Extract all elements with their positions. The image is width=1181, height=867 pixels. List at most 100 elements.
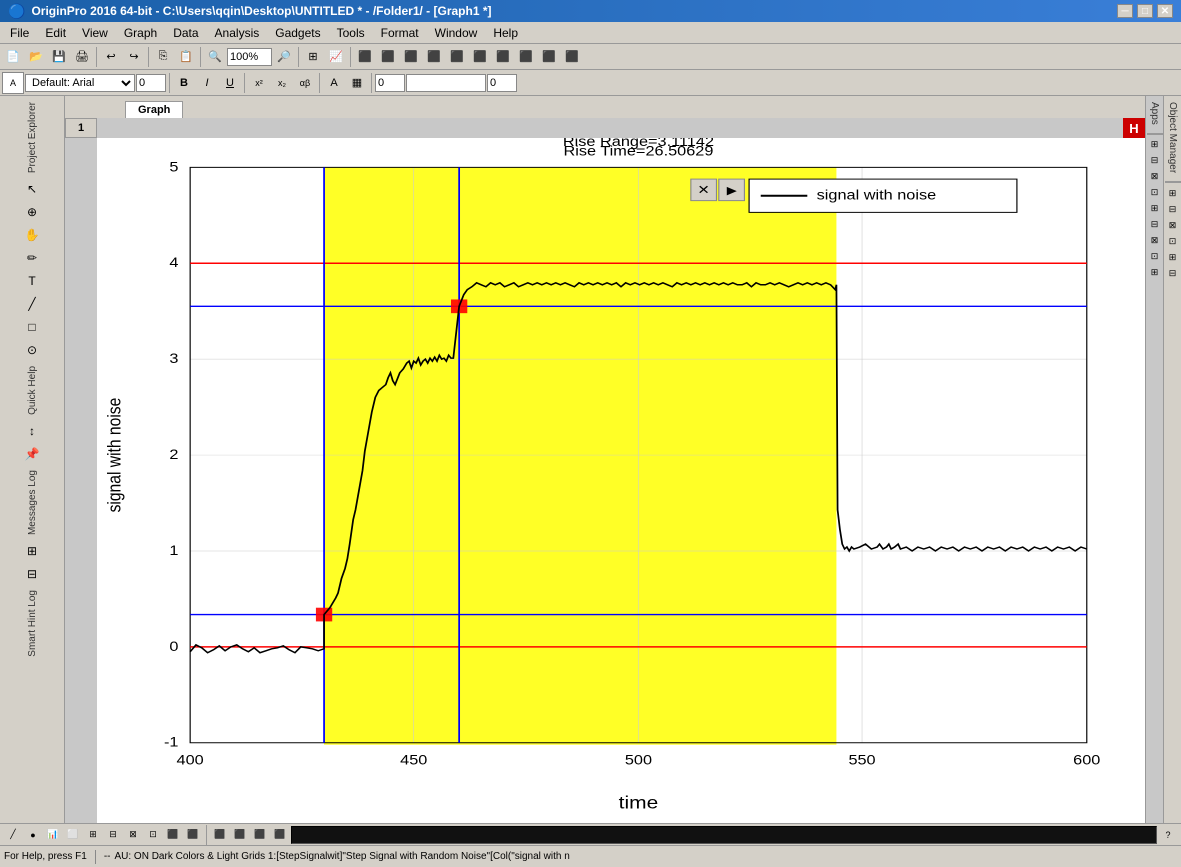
- zoom-input[interactable]: [227, 48, 272, 66]
- apps-tool-3[interactable]: ⊠: [1147, 169, 1163, 185]
- superscript-button[interactable]: x²: [248, 72, 270, 94]
- menu-window[interactable]: Window: [427, 24, 486, 42]
- baseline-tool[interactable]: ⊟: [21, 563, 43, 585]
- bottom-tool-13[interactable]: ⬛: [251, 826, 269, 844]
- font-size-input[interactable]: [136, 74, 166, 92]
- quick-help-label[interactable]: Quick Help: [25, 362, 40, 419]
- alpha-beta-button[interactable]: αβ: [294, 72, 316, 94]
- bottom-tool-10[interactable]: ⬛: [184, 826, 202, 844]
- graph-tab[interactable]: Graph: [125, 101, 183, 118]
- format-icon[interactable]: A: [2, 72, 24, 94]
- color-button[interactable]: A: [323, 72, 345, 94]
- plot-container[interactable]: 5 4 3 2 1 0 -1 400 450 500 550 600 time: [97, 138, 1145, 823]
- apps-tool-5[interactable]: ⊞: [1147, 201, 1163, 217]
- minimize-button[interactable]: ─: [1117, 4, 1133, 18]
- annotation-tool[interactable]: 📌: [21, 443, 43, 465]
- h-button[interactable]: H: [1123, 118, 1145, 138]
- menu-help[interactable]: Help: [485, 24, 526, 42]
- undo-button[interactable]: ↩: [100, 46, 122, 68]
- open-button[interactable]: 📂: [25, 46, 47, 68]
- apps-tool-7[interactable]: ⊠: [1147, 233, 1163, 249]
- text-tool[interactable]: T: [21, 270, 43, 292]
- menu-data[interactable]: Data: [165, 24, 206, 42]
- zoom-tool[interactable]: ⊕: [21, 201, 43, 223]
- underline-button[interactable]: U: [219, 72, 241, 94]
- fill-button[interactable]: ▦: [346, 72, 368, 94]
- apps-tool-1[interactable]: ⊞: [1147, 137, 1163, 153]
- menu-tools[interactable]: Tools: [329, 24, 373, 42]
- italic-button[interactable]: I: [196, 72, 218, 94]
- new-button[interactable]: 📄: [2, 46, 24, 68]
- data-reader-tool[interactable]: ⊙: [21, 339, 43, 361]
- manager-tool-5[interactable]: ⊞: [1165, 249, 1181, 265]
- screen-reader-tool[interactable]: ↕: [21, 420, 43, 442]
- bottom-tool-6[interactable]: ⊟: [104, 826, 122, 844]
- close-button[interactable]: ✕: [1157, 4, 1173, 18]
- tool2[interactable]: ⬛: [377, 46, 399, 68]
- save-button[interactable]: 💾: [48, 46, 70, 68]
- menu-edit[interactable]: Edit: [37, 24, 74, 42]
- menu-file[interactable]: File: [2, 24, 37, 42]
- tool8[interactable]: ⬛: [515, 46, 537, 68]
- manager-tool-1[interactable]: ⊞: [1165, 185, 1181, 201]
- smart-hint-label[interactable]: Smart Hint Log: [25, 586, 40, 661]
- draw-tool[interactable]: ✏: [21, 247, 43, 269]
- tool5[interactable]: ⬛: [446, 46, 468, 68]
- bottom-tool-14[interactable]: ⬛: [271, 826, 289, 844]
- bottom-tool-4[interactable]: ⬜: [64, 826, 82, 844]
- font-select[interactable]: Default: Arial: [25, 74, 135, 92]
- manager-tool-2[interactable]: ⊟: [1165, 201, 1181, 217]
- bottom-tool-2[interactable]: ●: [24, 826, 42, 844]
- bottom-tool-help[interactable]: ?: [1159, 826, 1177, 844]
- messages-log-label[interactable]: Messages Log: [25, 466, 40, 539]
- tool3[interactable]: ⬛: [400, 46, 422, 68]
- bold-button[interactable]: B: [173, 72, 195, 94]
- dash-input[interactable]: [406, 74, 486, 92]
- rect-tool[interactable]: □: [21, 316, 43, 338]
- bottom-tool-1[interactable]: ╱: [4, 826, 22, 844]
- menu-view[interactable]: View: [74, 24, 116, 42]
- menu-analysis[interactable]: Analysis: [207, 24, 268, 42]
- tool1[interactable]: ⬛: [354, 46, 376, 68]
- menu-format[interactable]: Format: [373, 24, 427, 42]
- worksheet-button[interactable]: ⊞: [302, 46, 324, 68]
- manager-tool-6[interactable]: ⊟: [1165, 265, 1181, 281]
- zoom-in-button[interactable]: 🔍: [204, 46, 226, 68]
- bottom-tool-8[interactable]: ⊡: [144, 826, 162, 844]
- manager-tool-3[interactable]: ⊠: [1165, 217, 1181, 233]
- arrow-tool[interactable]: ↖: [21, 178, 43, 200]
- graph-area[interactable]: Graph 1 H: [65, 96, 1145, 823]
- redo-button[interactable]: ↪: [123, 46, 145, 68]
- tool10[interactable]: ⬛: [561, 46, 583, 68]
- line-tool[interactable]: ╱: [21, 293, 43, 315]
- bottom-tool-9[interactable]: ⬛: [164, 826, 182, 844]
- apps-label[interactable]: Apps: [1147, 96, 1162, 131]
- point-size-input[interactable]: [487, 74, 517, 92]
- menu-graph[interactable]: Graph: [116, 24, 165, 42]
- manager-tool-4[interactable]: ⊡: [1165, 233, 1181, 249]
- project-explorer-label[interactable]: Project Explorer: [25, 98, 40, 177]
- print-button[interactable]: 🖨: [71, 46, 93, 68]
- pan-tool[interactable]: ✋: [21, 224, 43, 246]
- bottom-tool-3[interactable]: 📊: [44, 826, 62, 844]
- subscript-button[interactable]: x₂: [271, 72, 293, 94]
- region-tool[interactable]: ⊞: [21, 540, 43, 562]
- tool4[interactable]: ⬛: [423, 46, 445, 68]
- tool7[interactable]: ⬛: [492, 46, 514, 68]
- line-width-input[interactable]: [375, 74, 405, 92]
- apps-tool-8[interactable]: ⊡: [1147, 249, 1163, 265]
- zoom-out-button[interactable]: 🔎: [273, 46, 295, 68]
- object-manager-label[interactable]: Object Manager: [1165, 96, 1180, 179]
- menu-gadgets[interactable]: Gadgets: [267, 24, 328, 42]
- bottom-tool-12[interactable]: ⬛: [231, 826, 249, 844]
- bottom-tool-5[interactable]: ⊞: [84, 826, 102, 844]
- tool9[interactable]: ⬛: [538, 46, 560, 68]
- bottom-tool-7[interactable]: ⊠: [124, 826, 142, 844]
- graph-button[interactable]: 📈: [325, 46, 347, 68]
- tool6[interactable]: ⬛: [469, 46, 491, 68]
- apps-tool-4[interactable]: ⊡: [1147, 185, 1163, 201]
- maximize-button[interactable]: □: [1137, 4, 1153, 18]
- apps-tool-6[interactable]: ⊟: [1147, 217, 1163, 233]
- paste-button[interactable]: 📋: [175, 46, 197, 68]
- apps-tool-9[interactable]: ⊞: [1147, 265, 1163, 281]
